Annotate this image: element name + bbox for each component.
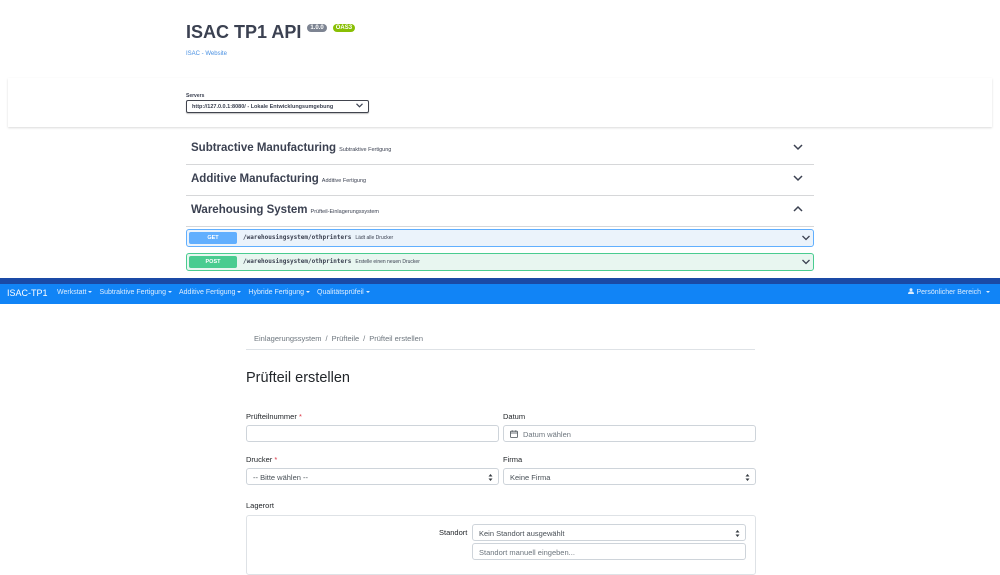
user-menu-label: Persönlicher Bereich — [916, 289, 982, 296]
required-marker: * — [298, 412, 302, 421]
tag-name: Additive Manufacturing — [191, 173, 319, 185]
operation-path: /warehousingsystem/othprinters — [243, 234, 352, 241]
pruefteilnummer-label-text: Prüfteilnummer — [246, 412, 297, 421]
version-badge: 1.0.0 — [307, 24, 327, 32]
lagerort-label: Lagerort — [246, 501, 274, 510]
operation-post-othprinters[interactable]: POST /warehousingsystem/othprinters Erste… — [186, 253, 814, 271]
select-arrows-icon — [488, 474, 493, 481]
calendar-icon — [510, 430, 518, 438]
firma-select[interactable]: Keine Firma — [503, 468, 756, 485]
main-navbar: ISAC-TP1 Werkstatt Subtraktive Fertigung… — [0, 284, 1000, 304]
drucker-select-value: -- Bitte wählen -- — [253, 473, 309, 482]
chevron-down-icon — [802, 235, 810, 241]
user-icon — [908, 288, 915, 295]
nav-item-werkstatt[interactable]: Werkstatt — [57, 289, 92, 296]
brand-logo[interactable]: ISAC-TP1 — [7, 288, 48, 298]
breadcrumb-separator: / — [363, 334, 366, 343]
drucker-label-text: Drucker — [246, 455, 273, 464]
datum-placeholder: Datum wählen — [523, 430, 571, 439]
api-title: ISAC TP1 API 1.0.0 OAS3 — [186, 22, 356, 43]
breadcrumb-item-einlagerungssystem[interactable]: Einlagerungssystem — [254, 334, 322, 349]
oas-badge: OAS3 — [332, 24, 356, 32]
datum-label: Datum — [503, 412, 526, 421]
servers-section: Servers http://127.0.0.1:8080/ - Lokale … — [8, 78, 992, 127]
tag-name: Warehousing System — [191, 204, 308, 216]
breadcrumb-item-current: Prüfteil erstellen — [369, 334, 424, 343]
operation-summary: Lädt alle Drucker — [355, 235, 394, 241]
chevron-up-icon — [793, 205, 803, 212]
user-menu[interactable]: Persönlicher Bereich — [908, 288, 990, 296]
datum-input[interactable]: Datum wählen — [503, 425, 756, 442]
breadcrumb-item-pruefteile[interactable]: Prüfteile — [332, 334, 360, 349]
pruefteilnummer-input[interactable] — [246, 425, 499, 442]
required-marker: * — [274, 455, 278, 464]
website-link[interactable]: ISAC - Website — [186, 51, 227, 57]
tag-description: Prüfteil-Einlagerungssystem — [310, 209, 380, 215]
chevron-down-icon — [793, 144, 803, 151]
operation-get-othprinters[interactable]: GET /warehousingsystem/othprinters Lädt a… — [186, 229, 814, 247]
tag-additive[interactable]: Additive Manufacturing Additive Fertigung — [186, 165, 814, 196]
chevron-down-icon — [802, 259, 810, 265]
operation-path: /warehousingsystem/othprinters — [243, 258, 352, 265]
tag-subtractive[interactable]: Subtractive Manufacturing Subtraktive Fer… — [186, 134, 814, 165]
select-arrows-icon — [735, 530, 740, 537]
nav-item-hybride-fertigung[interactable]: Hybride Fertigung — [248, 289, 310, 296]
servers-select-value: http://127.0.0.1:8080/ - Lokale Entwickl… — [192, 104, 334, 110]
breadcrumb: Einlagerungssystem / Prüfteile / Prüftei… — [246, 329, 755, 350]
standort-manual-input[interactable]: Standort manuell eingeben... — [472, 543, 746, 560]
breadcrumb-separator: / — [325, 334, 328, 343]
standort-manual-placeholder: Standort manuell eingeben... — [479, 548, 575, 557]
page-title: Prüfteil erstellen — [246, 370, 350, 386]
method-badge: POST — [189, 256, 237, 268]
standort-select-value: Kein Standort ausgewählt — [479, 529, 565, 538]
select-arrows-icon — [745, 474, 750, 481]
servers-select[interactable]: http://127.0.0.1:8080/ - Lokale Entwickl… — [186, 100, 369, 113]
nav-item-subtraktive-fertigung[interactable]: Subtraktive Fertigung — [99, 289, 172, 296]
tag-name: Subtractive Manufacturing — [191, 142, 337, 154]
drucker-label: Drucker * — [246, 455, 277, 464]
firma-label: Firma — [503, 455, 523, 464]
api-title-text: ISAC TP1 API — [186, 22, 302, 42]
nav-item-additive-fertigung[interactable]: Additive Fertigung — [179, 289, 241, 296]
chevron-down-icon — [356, 103, 363, 110]
nav-item-qualitaetspruefeil[interactable]: Qualitätsprüfeil — [317, 289, 370, 296]
tag-description: Subtraktive Fertigung — [339, 147, 392, 153]
chevron-down-icon — [793, 175, 803, 182]
firma-select-value: Keine Firma — [510, 473, 551, 482]
operation-summary: Erstelle einen neuen Drucker — [355, 259, 420, 265]
tag-warehousing[interactable]: Warehousing System Prüfteil-Einlagerungss… — [186, 196, 814, 227]
standort-label: Standort — [439, 528, 468, 537]
pruefteilnummer-label: Prüfteilnummer * — [246, 412, 302, 421]
method-badge: GET — [189, 232, 237, 244]
servers-label: Servers — [186, 93, 205, 99]
tag-description: Additive Fertigung — [321, 178, 367, 184]
standort-select[interactable]: Kein Standort ausgewählt — [472, 524, 746, 541]
swagger-panel: ISAC TP1 API 1.0.0 OAS3 ISAC - Website S… — [0, 0, 1000, 280]
nav-menu: Werkstatt Subtraktive Fertigung Additive… — [57, 289, 370, 296]
drucker-select[interactable]: -- Bitte wählen -- — [246, 468, 499, 485]
